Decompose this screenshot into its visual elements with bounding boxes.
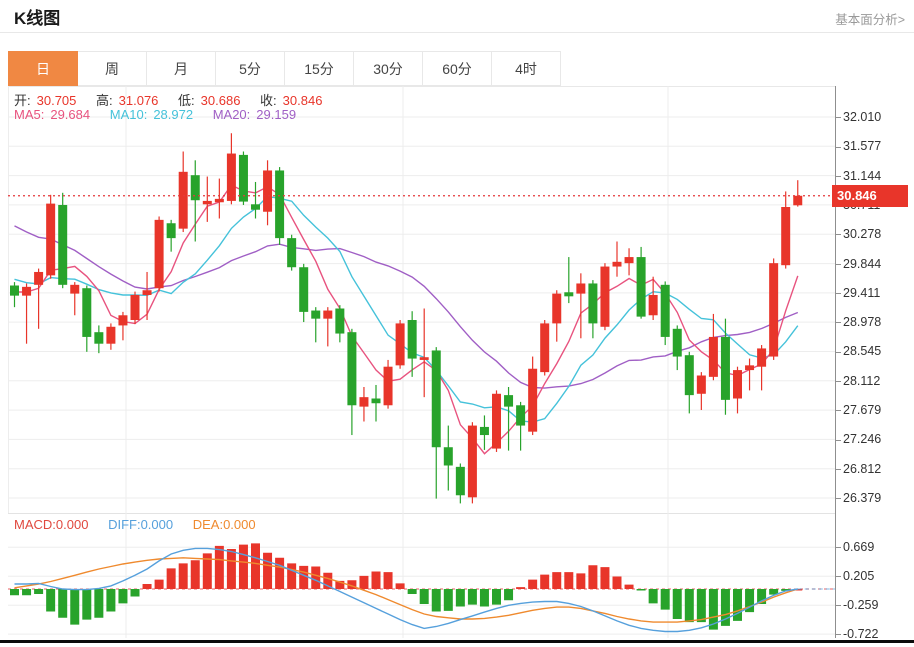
page-title: K线图 <box>14 4 60 29</box>
price-axis-label: 28.978 <box>836 314 881 330</box>
price-axis: 32.01031.57731.14430.71130.27829.84429.4… <box>835 86 914 638</box>
price-axis-label: 26.812 <box>836 461 881 477</box>
close-label: 收: <box>260 93 277 108</box>
open-value: 30.705 <box>37 93 77 108</box>
fundamental-analysis-link[interactable]: 基本面分析> <box>835 9 905 28</box>
price-axis-label: 28.545 <box>836 343 881 359</box>
macd-axis-label: 0.669 <box>836 539 874 555</box>
price-axis-label: 26.379 <box>836 490 881 506</box>
tab-5分[interactable]: 5分 <box>215 51 285 86</box>
price-axis-label: 27.679 <box>836 402 881 418</box>
dea-value: 0.000 <box>223 517 256 532</box>
tab-15分[interactable]: 15分 <box>284 51 354 86</box>
tab-4时[interactable]: 4时 <box>491 51 561 86</box>
diff-label: DIFF: <box>108 517 141 532</box>
ma5-label: MA5: <box>14 107 44 122</box>
chart-area: 开: 30.705 高: 31.076 低: 30.686 收: 30.846 MA5:… <box>8 86 835 638</box>
price-axis-label: 27.246 <box>836 431 881 447</box>
ma20-value: 29.159 <box>256 107 296 122</box>
macd-label: MACD: <box>14 517 56 532</box>
macd-axis-label: -0.259 <box>836 597 878 613</box>
high-label: 高: <box>96 93 113 108</box>
price-axis-label: 30.278 <box>836 226 881 242</box>
price-axis-label: 31.144 <box>836 168 881 184</box>
header-divider <box>0 32 914 33</box>
ma10-value: 28.972 <box>153 107 193 122</box>
macd-value: 0.000 <box>56 517 89 532</box>
tab-日[interactable]: 日 <box>8 51 78 86</box>
tab-周[interactable]: 周 <box>77 51 147 86</box>
high-value: 31.076 <box>119 93 159 108</box>
price-axis-label: 29.411 <box>836 285 880 301</box>
ma-legend: MA5: 29.684 MA10: 28.972 MA20: 29.159 <box>14 107 302 122</box>
current-price-tag: 30.846 <box>832 185 908 207</box>
price-axis-label: 31.577 <box>836 138 881 154</box>
open-label: 开: <box>14 93 31 108</box>
low-value: 30.686 <box>201 93 241 108</box>
close-value: 30.846 <box>283 93 323 108</box>
ma10-label: MA10: <box>110 107 148 122</box>
candlestick-chart[interactable] <box>8 86 835 513</box>
price-axis-label: 32.010 <box>836 109 881 125</box>
price-axis-label: 29.844 <box>836 256 881 272</box>
interval-tabbar: 日周月5分15分30分60分4时 <box>8 51 835 87</box>
tab-60分[interactable]: 60分 <box>422 51 492 86</box>
macd-axis-label: 0.205 <box>836 568 874 584</box>
dea-label: DEA: <box>193 517 223 532</box>
bottom-scroll-bar[interactable] <box>0 640 914 643</box>
tab-30分[interactable]: 30分 <box>353 51 423 86</box>
ma5-value: 29.684 <box>50 107 90 122</box>
diff-value: 0.000 <box>141 517 174 532</box>
kline-widget: K线图 基本面分析> 日周月5分15分30分60分4时 开: 30.705 高: 3… <box>0 0 914 647</box>
price-axis-label: 28.112 <box>836 373 880 389</box>
ma20-label: MA20: <box>213 107 251 122</box>
macd-legend: MACD:0.000 DIFF:0.000 DEA:0.000 <box>14 517 262 532</box>
low-label: 低: <box>178 93 195 108</box>
tab-月[interactable]: 月 <box>146 51 216 86</box>
